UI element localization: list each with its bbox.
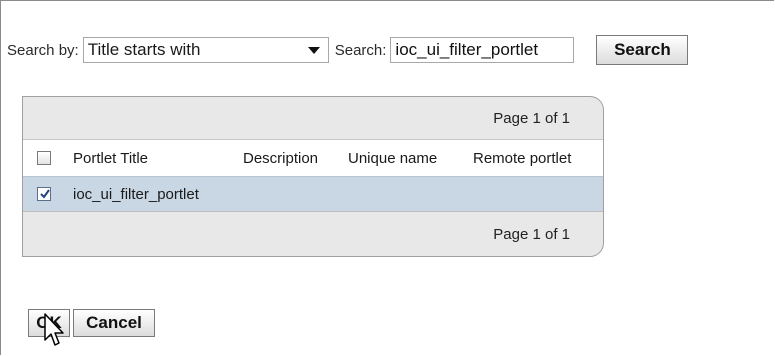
search-label: Search:: [334, 41, 387, 59]
checkmark-icon: [40, 189, 50, 199]
row-checkbox[interactable]: [37, 187, 51, 201]
column-header-portlet-title[interactable]: Portlet Title: [73, 150, 148, 167]
search-by-select[interactable]: Title starts with: [82, 37, 329, 63]
table-row[interactable]: ioc_ui_filter_portlet: [23, 176, 603, 211]
search-input[interactable]: [390, 37, 575, 63]
results-table: Page 1 of 1 Portlet Title Description Un…: [22, 96, 604, 257]
search-button[interactable]: Search: [596, 35, 689, 65]
table-header-row: Portlet Title Description Unique name Re…: [23, 139, 603, 176]
row-portlet-title: ioc_ui_filter_portlet: [73, 185, 199, 203]
select-all-checkbox[interactable]: [37, 151, 51, 165]
cancel-button[interactable]: Cancel: [73, 309, 155, 337]
arrow-cursor-icon: [44, 313, 64, 346]
search-by-label: Search by:: [7, 41, 79, 59]
pager-bottom: Page 1 of 1: [23, 211, 603, 256]
search-by-value: Title starts with: [87, 40, 201, 59]
search-bar: Search by: Title starts with Search: Sea…: [7, 35, 689, 65]
column-header-description[interactable]: Description: [243, 150, 318, 167]
pager-bottom-text: Page 1 of 1: [493, 225, 570, 243]
chevron-down-icon[interactable]: [307, 46, 320, 54]
pager-top: Page 1 of 1: [23, 97, 603, 139]
pager-top-text: Page 1 of 1: [493, 109, 570, 127]
column-header-unique-name[interactable]: Unique name: [348, 150, 437, 167]
column-header-remote-portlet[interactable]: Remote portlet: [473, 150, 571, 167]
